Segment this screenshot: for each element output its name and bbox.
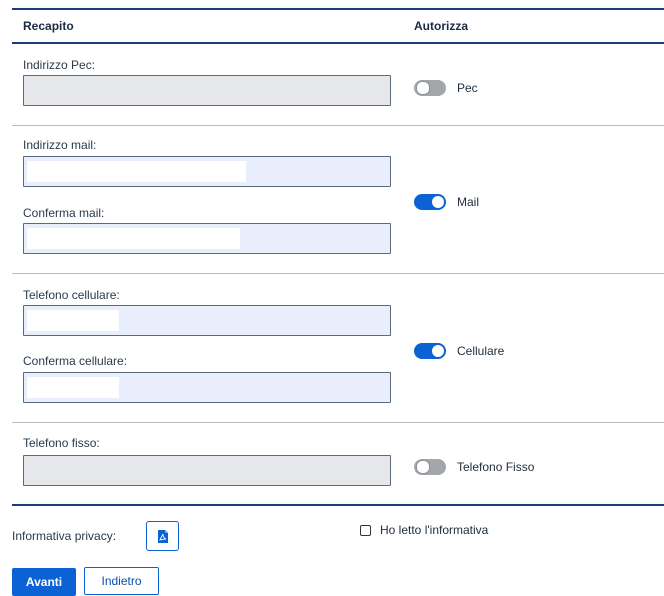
row-divider bbox=[12, 125, 664, 126]
fisso-toggle[interactable] bbox=[414, 459, 446, 475]
cellulare-toggle-label: Cellulare bbox=[457, 344, 505, 358]
toggle-knob bbox=[416, 460, 430, 474]
mail-input[interactable] bbox=[23, 156, 391, 187]
column-header-recapito: Recapito bbox=[23, 19, 74, 33]
cellulare-confirm-input-value bbox=[27, 377, 119, 398]
mail-confirm-label: Conferma mail: bbox=[23, 206, 105, 220]
privacy-checkbox[interactable] bbox=[360, 525, 371, 536]
avanti-button[interactable]: Avanti bbox=[12, 568, 76, 596]
cellulare-toggle[interactable] bbox=[414, 343, 446, 359]
cellulare-input[interactable] bbox=[23, 305, 391, 336]
mail-confirm-input-value bbox=[27, 228, 240, 249]
cellulare-confirm-label: Conferma cellulare: bbox=[23, 354, 128, 368]
fisso-input[interactable] bbox=[23, 455, 391, 486]
cellulare-label: Telefono cellulare: bbox=[23, 288, 120, 302]
fisso-toggle-label: Telefono Fisso bbox=[457, 460, 535, 474]
pec-toggle[interactable] bbox=[414, 80, 446, 96]
privacy-checkbox-label[interactable]: Ho letto l'informativa bbox=[380, 523, 488, 537]
privacy-pdf-button[interactable] bbox=[146, 521, 179, 551]
mail-toggle-label: Mail bbox=[457, 195, 480, 209]
table-header-border bbox=[12, 42, 664, 44]
row-divider bbox=[12, 273, 664, 274]
fisso-label: Telefono fisso: bbox=[23, 436, 100, 450]
toggle-knob bbox=[432, 196, 444, 208]
table-bottom-border bbox=[12, 504, 664, 506]
mail-input-value bbox=[27, 161, 246, 182]
privacy-label: Informativa privacy: bbox=[12, 529, 117, 543]
pec-input[interactable] bbox=[23, 75, 391, 106]
mail-toggle[interactable] bbox=[414, 194, 446, 210]
cellulare-confirm-input[interactable] bbox=[23, 372, 391, 403]
column-header-autorizza: Autorizza bbox=[414, 19, 468, 33]
pec-toggle-label: Pec bbox=[457, 81, 478, 95]
pec-label: Indirizzo Pec: bbox=[23, 58, 96, 72]
toggle-knob bbox=[416, 81, 430, 95]
row-divider bbox=[12, 422, 664, 423]
mail-confirm-input[interactable] bbox=[23, 223, 391, 254]
pdf-icon bbox=[158, 530, 168, 543]
toggle-knob bbox=[432, 345, 444, 357]
mail-label: Indirizzo mail: bbox=[23, 138, 97, 152]
table-top-border bbox=[12, 8, 664, 10]
cellulare-input-value bbox=[27, 310, 119, 331]
indietro-button[interactable]: Indietro bbox=[84, 567, 159, 595]
